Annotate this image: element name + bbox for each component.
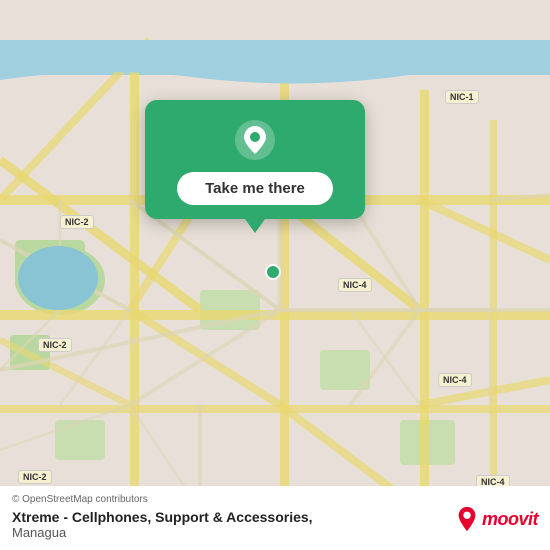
- osm-credit: © OpenStreetMap contributors: [12, 494, 538, 505]
- location-pin-icon: [233, 118, 277, 162]
- road-badge-nic2-bottom: NIC-2: [18, 470, 52, 484]
- map-background: [0, 0, 550, 550]
- popup-card: Take me there: [145, 100, 365, 219]
- place-city: Managua: [12, 525, 313, 540]
- road-badge-nic4-mid: NIC-4: [338, 278, 372, 292]
- road-badge-nic2-mid: NIC-2: [60, 215, 94, 229]
- map-container: NIC-1 NIC-2 NIC-2 NIC-2 NIC-4 NIC-4 NIC-…: [0, 0, 550, 550]
- place-name: Xtreme - Cellphones, Support & Accessori…: [12, 509, 313, 525]
- bottom-bar: © OpenStreetMap contributors Xtreme - Ce…: [0, 486, 550, 550]
- road-badge-nic4-lower: NIC-4: [438, 373, 472, 387]
- road-badge-nic2-lower: NIC-2: [38, 338, 72, 352]
- take-me-there-button[interactable]: Take me there: [177, 172, 333, 205]
- moovit-pin-icon: [456, 506, 478, 532]
- moovit-logo: moovit: [456, 506, 538, 532]
- road-badge-nic1: NIC-1: [445, 90, 479, 104]
- moovit-brand-text: moovit: [482, 509, 538, 530]
